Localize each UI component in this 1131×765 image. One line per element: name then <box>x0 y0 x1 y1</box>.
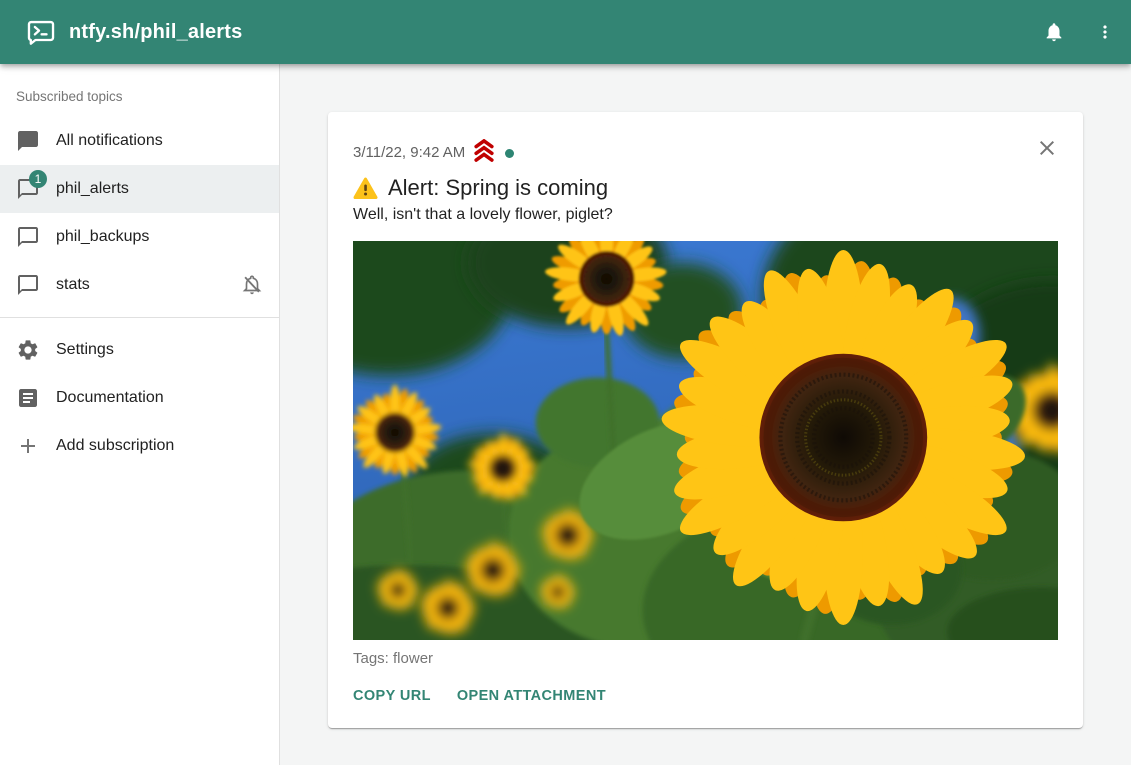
sidebar-item-add-subscription[interactable]: Add subscription <box>0 422 279 470</box>
ntfy-logo-icon <box>26 19 56 46</box>
sidebar-item-stats[interactable]: stats <box>0 261 279 309</box>
chat-bubble-outline-icon <box>16 225 40 249</box>
sidebar-item-label: phil_alerts <box>56 180 129 198</box>
notification-tags: Tags: flower <box>353 650 1058 667</box>
sidebar-item-phil-alerts[interactable]: 1 phil_alerts <box>0 165 279 213</box>
notification-title-text: Alert: Spring is coming <box>388 175 608 201</box>
chat-bubble-outline-icon: 1 <box>16 177 40 201</box>
main-content: 3/11/22, 9:42 AM Alert: Spring is coming <box>280 64 1131 765</box>
bell-off-icon <box>241 274 263 296</box>
notification-actions: COPY URL OPEN ATTACHMENT <box>353 688 1058 704</box>
kebab-menu-icon[interactable] <box>1093 20 1117 44</box>
sidebar-item-label: phil_backups <box>56 228 149 246</box>
sidebar-item-label: Documentation <box>56 389 164 407</box>
sidebar-divider <box>0 317 279 318</box>
notification-meta: 3/11/22, 9:42 AM <box>353 138 1058 167</box>
chat-bubble-filled-icon <box>16 129 40 153</box>
notification-title: Alert: Spring is coming <box>353 175 1058 201</box>
warning-triangle-icon <box>353 176 378 201</box>
gear-icon <box>16 338 40 362</box>
sidebar: Subscribed topics All notifications 1 ph… <box>0 64 280 765</box>
article-icon <box>16 386 40 410</box>
sidebar-item-documentation[interactable]: Documentation <box>0 374 279 422</box>
plus-icon <box>16 434 40 458</box>
sunflower-photo-scene <box>353 241 1058 640</box>
attachment-image[interactable] <box>353 241 1058 640</box>
subscribed-topics-label: Subscribed topics <box>0 64 279 117</box>
sidebar-item-settings[interactable]: Settings <box>0 326 279 374</box>
bell-icon[interactable] <box>1042 20 1066 44</box>
sidebar-item-phil-backups[interactable]: phil_backups <box>0 213 279 261</box>
sidebar-item-label: All notifications <box>56 132 163 150</box>
copy-url-button[interactable]: COPY URL <box>353 688 431 704</box>
sidebar-item-label: Add subscription <box>56 437 174 455</box>
app-header: ntfy.sh/phil_alerts <box>0 0 1131 64</box>
page-title: ntfy.sh/phil_alerts <box>69 21 242 44</box>
notification-card: 3/11/22, 9:42 AM Alert: Spring is coming <box>328 112 1083 728</box>
unread-count-badge: 1 <box>29 170 47 188</box>
chat-bubble-outline-icon <box>16 273 40 297</box>
sidebar-item-all-notifications[interactable]: All notifications <box>0 117 279 165</box>
sidebar-item-label: stats <box>56 276 90 294</box>
sidebar-item-label: Settings <box>56 341 114 359</box>
notification-body: Well, isn't that a lovely flower, piglet… <box>353 206 1058 224</box>
priority-max-icon <box>471 139 497 167</box>
unread-dot-icon <box>505 149 514 158</box>
header-actions <box>1042 20 1117 44</box>
close-icon[interactable] <box>1035 136 1059 160</box>
notification-timestamp: 3/11/22, 9:42 AM <box>353 144 465 161</box>
open-attachment-button[interactable]: OPEN ATTACHMENT <box>457 688 606 704</box>
